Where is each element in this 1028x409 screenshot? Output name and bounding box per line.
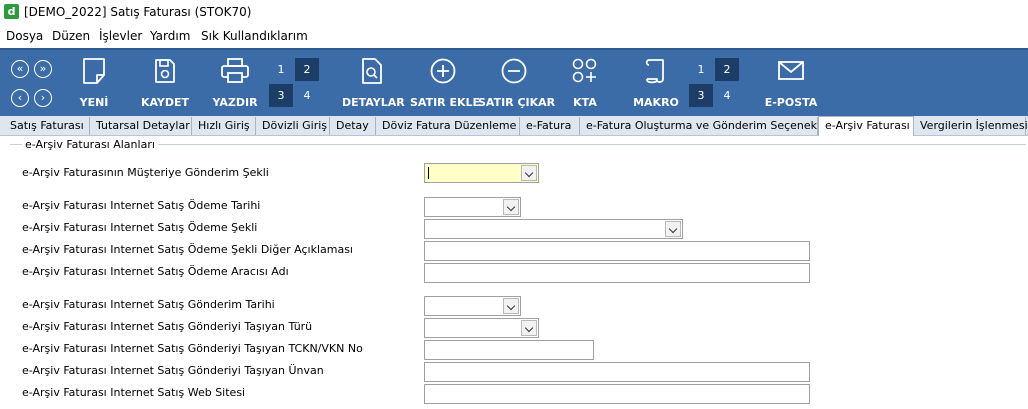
menu-yardim[interactable]: Yardım [150,29,190,43]
tab-e-arsiv-faturasi[interactable]: e-Arşiv Faturası [818,116,914,136]
new-label: YENİ [79,96,109,109]
macro-selector: 1 2 3 4 [689,58,741,108]
tab-doviz-fatura-duzenleme[interactable]: Döviz Fatura Düzenleme [376,117,520,135]
payment-date-picker[interactable] [424,197,521,217]
remove-row-button[interactable]: SATIR ÇIKAR [478,50,556,116]
chevron-down-icon[interactable] [503,199,519,215]
print-template-1-button[interactable]: 1 [269,58,293,81]
print-label: YAZDIR [212,96,258,109]
save-icon [155,59,175,83]
kta-label: KTA [573,96,597,109]
menu-islevler[interactable]: İşlevler [99,29,142,43]
carrier-id-input[interactable] [424,340,594,360]
payment-method-other-input[interactable] [424,241,810,261]
add-circle-icon [430,58,456,84]
payment-method-combo[interactable] [424,219,683,239]
scroll-icon [645,59,664,84]
new-document-icon [83,58,105,84]
kta-button[interactable]: KTA [560,50,610,116]
title-bar: d [DEMO_2022] Satış Faturası (STOK70) [0,0,1028,24]
text-caret [428,167,429,179]
payment-agent-label: e-Arşiv Faturası Internet Satış Ödeme Ar… [22,265,289,278]
add-row-label: SATIR EKLE [410,96,481,109]
print-template-3-button[interactable]: 3 [269,84,293,107]
tab-hizli-giris[interactable]: Hızlı Giriş [192,117,256,135]
macro-2-button[interactable]: 2 [715,58,739,81]
print-template-4-button[interactable]: 4 [295,84,319,107]
tab-dovizli-giris[interactable]: Dövizli Giriş [256,117,330,135]
ship-date-picker[interactable] [424,296,521,316]
payment-method-label: e-Arşiv Faturası Internet Satış Ödeme Şe… [22,221,258,234]
tab-e-fatura[interactable]: e-Fatura [520,117,580,135]
add-row-button[interactable]: SATIR EKLE [410,50,481,116]
ship-date-label: e-Arşiv Faturası Internet Satış Gönderim… [22,298,275,311]
menu-duzen[interactable]: Düzen [52,29,90,43]
macro-button[interactable]: MAKRO [628,50,684,116]
kta-shapes-icon [572,58,597,83]
envelope-icon [778,61,804,80]
menu-dosya[interactable]: Dosya [6,29,43,43]
next-record-button[interactable]: › [34,89,52,107]
macro-3-button[interactable]: 3 [689,84,713,107]
group-border [10,144,1026,145]
chevron-down-icon[interactable] [503,298,519,314]
details-button[interactable]: DETAYLAR [342,50,405,116]
carrier-type-combo[interactable] [424,318,539,338]
last-record-button[interactable]: » [34,60,52,78]
menu-sik-kullandiklarim[interactable]: Sık Kullandıklarım [201,29,308,43]
tab-e-fatura-olusturma[interactable]: e-Fatura Oluşturma ve Gönderim Seçenekle… [580,117,834,135]
send-method-label: e-Arşiv Faturasının Müşteriye Gönderim Ş… [22,166,269,179]
carrier-type-label: e-Arşiv Faturası Internet Satış Gönderiy… [22,320,313,333]
payment-date-label: e-Arşiv Faturası Internet Satış Ödeme Ta… [22,199,261,212]
details-label: DETAYLAR [342,96,405,109]
toolbar: « » ‹ › YENİ KAYDET YAZDIR 1 2 3 4 DETAY… [0,48,1028,116]
website-input[interactable] [424,384,810,404]
save-button[interactable]: KAYDET [138,50,192,116]
email-label: E-POSTA [764,96,818,109]
print-button[interactable]: YAZDIR [208,50,262,116]
payment-agent-input[interactable] [424,263,810,283]
remove-circle-icon [501,58,527,84]
carrier-title-input[interactable] [424,362,810,382]
tab-detay[interactable]: Detay [330,117,376,135]
chevron-down-icon[interactable] [665,221,681,237]
tab-vergilerin-islenmesi[interactable]: Vergilerin İşlenmesi [914,117,1028,135]
chevron-down-icon[interactable] [521,165,537,181]
print-template-2-button[interactable]: 2 [295,58,319,81]
menu-bar: Dosya Düzen İşlevler Yardım Sık Kullandı… [0,24,1028,48]
tab-satis-faturasi[interactable]: Satış Faturası [4,117,90,135]
document-search-icon [362,58,382,84]
first-record-button[interactable]: « [11,60,29,78]
save-label: KAYDET [140,96,190,109]
tab-bar: Satış Faturası Tutarsal Detaylar Hızlı G… [0,116,1028,136]
app-logo-icon: d [4,4,19,19]
payment-method-other-label: e-Arşiv Faturası Internet Satış Ödeme Şe… [22,243,353,256]
website-label: e-Arşiv Faturası Internet Satış Web Site… [22,386,246,399]
remove-row-label: SATIR ÇIKAR [478,96,556,109]
previous-record-button[interactable]: ‹ [11,89,29,107]
print-template-selector: 1 2 3 4 [269,58,321,108]
carrier-id-label: e-Arşiv Faturası Internet Satış Gönderiy… [22,342,363,355]
email-button[interactable]: E-POSTA [762,50,820,116]
printer-icon [221,58,249,83]
group-title: e-Arşiv Faturası Alanları [22,138,158,151]
window-title: [DEMO_2022] Satış Faturası (STOK70) [24,5,252,19]
tab-tutarsal-detaylar[interactable]: Tutarsal Detaylar [90,117,192,135]
tab-content: e-Arşiv Faturası Alanları e-Arşiv Fatura… [0,136,1028,409]
macro-1-button[interactable]: 1 [689,58,713,81]
new-button[interactable]: YENİ [68,50,120,116]
carrier-title-label: e-Arşiv Faturası Internet Satış Gönderiy… [22,364,324,377]
chevron-down-icon[interactable] [521,320,537,336]
macro-4-button[interactable]: 4 [715,84,739,107]
send-method-combo[interactable] [424,163,539,183]
macro-label: MAKRO [633,96,679,109]
